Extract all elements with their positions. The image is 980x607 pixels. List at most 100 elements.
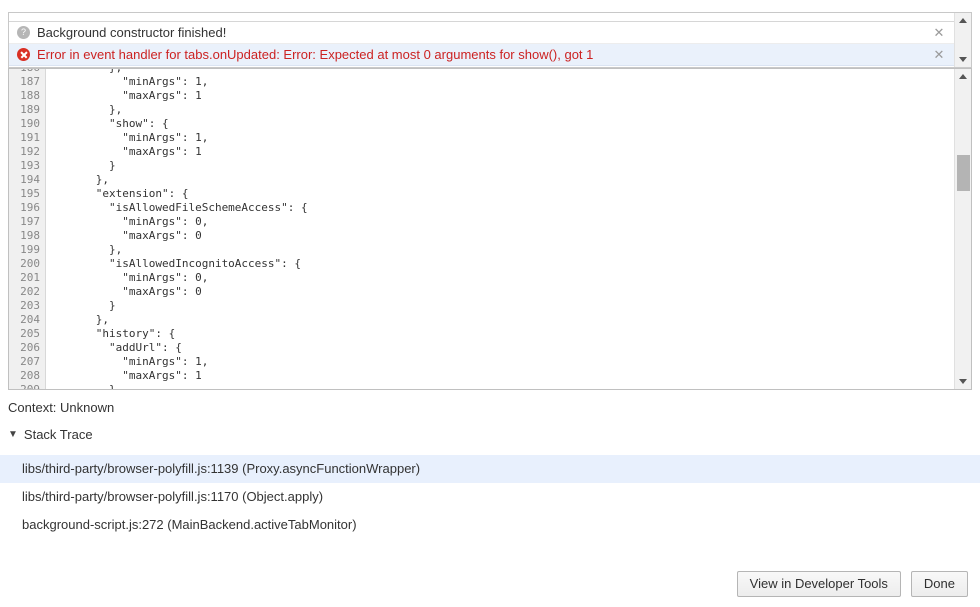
code-line: 198 "maxArgs": 0 <box>9 229 954 243</box>
stack-frame-row[interactable]: libs/third-party/browser-polyfill.js:117… <box>0 483 980 511</box>
line-number: 187 <box>20 75 40 88</box>
line-content: "minArgs": 0, <box>56 215 209 228</box>
line-number: 193 <box>20 159 40 172</box>
context-label: Context: Unknown <box>8 400 115 415</box>
scroll-up-arrow-icon[interactable] <box>955 13 971 28</box>
line-content: "addUrl": { <box>56 341 182 354</box>
code-scrollbar[interactable] <box>954 69 971 389</box>
scroll-down-arrow-icon[interactable] <box>955 374 971 389</box>
code-line: 201 "minArgs": 0, <box>9 271 954 285</box>
code-line: 193 } <box>9 159 954 173</box>
code-line: 196 "isAllowedFileSchemeAccess": { <box>9 201 954 215</box>
code-viewer-panel: 186 },187 "minArgs": 1,188 "maxArgs": 11… <box>8 68 972 390</box>
footer-actions: View in Developer Tools Done <box>736 571 968 597</box>
line-number: 192 <box>20 145 40 158</box>
code-line: 205 "history": { <box>9 327 954 341</box>
code-line: 206 "addUrl": { <box>9 341 954 355</box>
code-line: 207 "minArgs": 1, <box>9 355 954 369</box>
stack-trace-title: Stack Trace <box>23 427 93 442</box>
message-text: Error in event handler for tabs.onUpdate… <box>37 47 594 62</box>
stack-trace-header[interactable]: ▼ Stack Trace <box>8 427 93 442</box>
code-line: 203 } <box>9 299 954 313</box>
line-number: 204 <box>20 313 40 326</box>
line-content: "isAllowedIncognitoAccess": { <box>56 257 302 270</box>
code-line: 189 }, <box>9 103 954 117</box>
line-content: "maxArgs": 1 <box>56 145 202 158</box>
line-content: "isAllowedFileSchemeAccess": { <box>56 201 308 214</box>
code-line: 191 "minArgs": 1, <box>9 131 954 145</box>
line-number: 200 <box>20 257 40 270</box>
line-content: "minArgs": 0, <box>56 271 209 284</box>
chevron-down-icon[interactable]: ▼ <box>8 429 18 440</box>
line-number: 205 <box>20 327 40 340</box>
code-scrollbar-thumb[interactable] <box>957 155 970 191</box>
line-content: } <box>56 159 116 172</box>
line-content: }, <box>56 243 123 256</box>
scroll-down-arrow-icon[interactable] <box>955 52 971 67</box>
message-row-error[interactable]: Error in event handler for tabs.onUpdate… <box>9 44 954 66</box>
code-line: 195 "extension": { <box>9 187 954 201</box>
message-text: Background constructor finished! <box>37 25 227 40</box>
line-number: 195 <box>20 187 40 200</box>
line-number: 188 <box>20 89 40 102</box>
stack-frame-row[interactable]: libs/third-party/browser-polyfill.js:113… <box>0 455 980 483</box>
line-number: 202 <box>20 285 40 298</box>
code-line: 197 "minArgs": 0, <box>9 215 954 229</box>
line-number: 194 <box>20 173 40 186</box>
code-line: 200 "isAllowedIncognitoAccess": { <box>9 257 954 271</box>
line-content: "maxArgs": 1 <box>56 89 202 102</box>
line-content: "show": { <box>56 117 169 130</box>
info-circle-icon <box>17 25 30 39</box>
messages-scroll-area: Background constructor finished! ✕ Error… <box>9 13 954 67</box>
line-content: "minArgs": 1, <box>56 355 209 368</box>
error-circle-icon <box>17 48 30 61</box>
line-content: }, <box>56 313 109 326</box>
code-line: 209 } <box>9 383 954 389</box>
line-number: 203 <box>20 299 40 312</box>
code-line: 208 "maxArgs": 1 <box>9 369 954 383</box>
line-content: "minArgs": 1, <box>56 131 209 144</box>
close-icon[interactable]: ✕ <box>932 44 946 66</box>
line-number: 206 <box>20 341 40 354</box>
line-content: "minArgs": 1, <box>56 75 209 88</box>
line-number: 199 <box>20 243 40 256</box>
message-row-partial <box>9 13 954 22</box>
line-number: 196 <box>20 201 40 214</box>
code-line: 187 "minArgs": 1, <box>9 75 954 89</box>
code-line: 202 "maxArgs": 0 <box>9 285 954 299</box>
line-content: "maxArgs": 0 <box>56 229 202 242</box>
code-line: 194 }, <box>9 173 954 187</box>
code-line: 199 }, <box>9 243 954 257</box>
line-number: 198 <box>20 229 40 242</box>
line-number: 189 <box>20 103 40 116</box>
line-number: 207 <box>20 355 40 368</box>
line-content: } <box>56 299 116 312</box>
line-number: 208 <box>20 369 40 382</box>
code-scroll-area: 186 },187 "minArgs": 1,188 "maxArgs": 11… <box>9 69 954 389</box>
messages-scrollbar[interactable] <box>954 13 971 67</box>
code-line: 190 "show": { <box>9 117 954 131</box>
line-number: 190 <box>20 117 40 130</box>
done-button[interactable]: Done <box>910 571 968 597</box>
line-number: 209 <box>9 383 46 389</box>
scroll-up-arrow-icon[interactable] <box>955 69 971 84</box>
stack-frame-row[interactable]: background-script.js:272 (MainBackend.ac… <box>0 511 980 539</box>
line-content: }, <box>56 103 123 116</box>
messages-panel: Background constructor finished! ✕ Error… <box>8 12 972 68</box>
code-line: 192 "maxArgs": 1 <box>9 145 954 159</box>
line-number: 201 <box>20 271 40 284</box>
line-content: "extension": { <box>56 187 189 200</box>
message-row-info[interactable]: Background constructor finished! ✕ <box>9 22 954 44</box>
line-content: } <box>46 383 954 389</box>
code-lines[interactable]: 186 },187 "minArgs": 1,188 "maxArgs": 11… <box>9 69 954 389</box>
stack-trace-list: libs/third-party/browser-polyfill.js:113… <box>0 455 980 539</box>
line-content: "maxArgs": 1 <box>56 369 202 382</box>
view-in-developer-tools-button[interactable]: View in Developer Tools <box>736 571 901 597</box>
line-content: }, <box>56 173 109 186</box>
close-icon[interactable]: ✕ <box>932 22 946 44</box>
line-number: 197 <box>20 215 40 228</box>
code-line: 188 "maxArgs": 1 <box>9 89 954 103</box>
line-content: "maxArgs": 0 <box>56 285 202 298</box>
line-content: "history": { <box>56 327 176 340</box>
code-line: 204 }, <box>9 313 954 327</box>
